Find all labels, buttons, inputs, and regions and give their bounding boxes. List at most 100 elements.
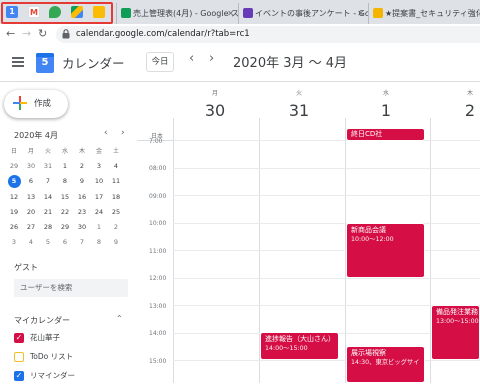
mini-day[interactable]: 5 bbox=[40, 235, 56, 250]
tab-title: イベントの事後アンケート - Go bbox=[255, 9, 368, 18]
slides-icon bbox=[373, 8, 383, 18]
close-icon[interactable]: ✕ bbox=[357, 3, 364, 24]
mini-day[interactable]: 21 bbox=[40, 205, 56, 220]
mini-day[interactable]: 8 bbox=[91, 235, 107, 250]
mini-day[interactable]: 16 bbox=[74, 190, 90, 205]
mini-day[interactable]: 7 bbox=[40, 174, 56, 189]
keep-icon[interactable] bbox=[93, 6, 105, 18]
mini-day[interactable]: 22 bbox=[57, 205, 73, 220]
plus-icon bbox=[13, 96, 27, 110]
day-number[interactable]: 1 bbox=[348, 101, 424, 120]
mini-day[interactable]: 3 bbox=[6, 235, 22, 250]
tab-proposal-slides[interactable]: ★提案書_セキュリティ強化にお bbox=[368, 3, 480, 24]
close-icon[interactable]: ✕ bbox=[227, 3, 234, 24]
mini-day[interactable]: 29 bbox=[57, 220, 73, 235]
mini-day[interactable]: 15 bbox=[57, 190, 73, 205]
day-header-tue[interactable]: 火 31 bbox=[261, 82, 337, 120]
mini-day[interactable]: 18 bbox=[108, 190, 124, 205]
mini-day[interactable]: 6 bbox=[57, 235, 73, 250]
reload-icon[interactable]: ↻ bbox=[38, 26, 47, 42]
mini-day[interactable]: 26 bbox=[6, 220, 22, 235]
checkbox-unchecked-icon[interactable] bbox=[14, 352, 24, 362]
mini-next-icon[interactable]: › bbox=[121, 128, 125, 138]
mini-day[interactable]: 4 bbox=[108, 159, 124, 174]
mini-day[interactable]: 29 bbox=[6, 159, 22, 174]
forward-icon[interactable]: → bbox=[22, 26, 31, 42]
my-calendars-title[interactable]: マイカレンダー bbox=[14, 315, 70, 326]
back-icon[interactable]: ← bbox=[6, 26, 15, 42]
mini-day[interactable]: 28 bbox=[40, 220, 56, 235]
event-exhibition-visit[interactable]: 展示場視察 14:30、東京ビッグサイ bbox=[346, 346, 425, 383]
mini-day[interactable]: 8 bbox=[57, 174, 73, 189]
create-label: 作成 bbox=[34, 99, 52, 109]
tab-sales-sheet[interactable]: 売上管理表(4月) - Google スプ ✕ bbox=[116, 3, 238, 24]
mini-week-row: 5 6 7 8 9 10 11 bbox=[6, 174, 132, 189]
mini-day[interactable]: 13 bbox=[23, 190, 39, 205]
mini-day[interactable]: 1 bbox=[57, 159, 73, 174]
tab-event-survey[interactable]: イベントの事後アンケート - Go ✕ bbox=[238, 3, 368, 24]
mini-day[interactable]: 4 bbox=[23, 235, 39, 250]
mini-day[interactable]: 27 bbox=[23, 220, 39, 235]
checkbox-checked-icon[interactable]: ✓ bbox=[14, 333, 24, 343]
hour-line bbox=[173, 223, 480, 224]
hour-label: 12:00 bbox=[149, 275, 167, 282]
day-of-week: 木 bbox=[466, 90, 473, 97]
maps-icon[interactable] bbox=[49, 6, 61, 18]
mini-day[interactable]: 25 bbox=[108, 205, 124, 220]
mini-day[interactable]: 2 bbox=[108, 220, 124, 235]
mini-day[interactable]: 20 bbox=[23, 205, 39, 220]
mini-day[interactable]: 23 bbox=[74, 205, 90, 220]
calendar-label: リマインダー bbox=[30, 371, 75, 380]
hour-label: 10:00 bbox=[149, 220, 167, 227]
mini-day[interactable]: 9 bbox=[74, 174, 90, 189]
day-number[interactable]: 30 bbox=[177, 101, 253, 120]
event-new-product-meeting[interactable]: 新商品会議 10:00～12:00 bbox=[346, 223, 425, 278]
mini-day-today[interactable]: 5 bbox=[7, 175, 21, 189]
day-of-week: 火 bbox=[295, 90, 302, 97]
mini-day[interactable]: 9 bbox=[108, 235, 124, 250]
gmail-icon[interactable]: M bbox=[28, 6, 40, 18]
mini-prev-icon[interactable]: ‹ bbox=[104, 128, 108, 138]
mini-day[interactable]: 30 bbox=[74, 220, 90, 235]
mini-day[interactable]: 19 bbox=[6, 205, 22, 220]
mini-week-row: 26 27 28 29 30 1 2 bbox=[6, 220, 132, 235]
calendar-label: 花山華子 bbox=[30, 333, 60, 342]
mini-day[interactable]: 30 bbox=[23, 159, 39, 174]
mini-week-row: 29 30 31 1 2 3 4 bbox=[6, 159, 132, 174]
weekday-label: 火 bbox=[44, 148, 51, 155]
hour-label: 15:00 bbox=[149, 358, 167, 365]
mini-day[interactable]: 31 bbox=[40, 159, 56, 174]
mini-day[interactable]: 12 bbox=[6, 190, 22, 205]
day-header-thu[interactable]: 木 2 bbox=[455, 82, 480, 120]
mini-day[interactable]: 11 bbox=[108, 174, 124, 189]
mini-day[interactable]: 24 bbox=[91, 205, 107, 220]
mini-day[interactable]: 3 bbox=[91, 159, 107, 174]
day-header-wed[interactable]: 水 1 bbox=[348, 82, 424, 120]
mini-day[interactable]: 2 bbox=[74, 159, 90, 174]
mini-day[interactable]: 14 bbox=[40, 190, 56, 205]
day-number[interactable]: 2 bbox=[455, 101, 480, 120]
checkbox-checked-icon[interactable]: ✓ bbox=[14, 371, 24, 381]
mini-day[interactable]: 6 bbox=[23, 174, 39, 189]
drive-icon[interactable] bbox=[71, 6, 83, 18]
main-menu-icon[interactable] bbox=[12, 57, 24, 67]
mini-day[interactable]: 17 bbox=[91, 190, 107, 205]
calendar-icon[interactable]: 1 bbox=[6, 6, 18, 18]
guest-search-input[interactable]: ユーザーを検索 bbox=[14, 279, 128, 297]
event-progress-report[interactable]: 進捗報告（大山さん） 14:00～15:00 bbox=[260, 332, 339, 360]
weekday-label: 金 bbox=[95, 148, 102, 155]
day-header-mon[interactable]: 月 30 bbox=[177, 82, 253, 120]
calendar-logo[interactable]: 5 bbox=[36, 53, 54, 73]
prev-period-icon[interactable]: ‹ bbox=[189, 51, 194, 66]
next-period-icon[interactable]: › bbox=[209, 51, 214, 66]
today-button[interactable]: 今日 bbox=[146, 52, 174, 72]
event-allday-cd[interactable]: 終日CD社 bbox=[346, 128, 425, 141]
mini-day[interactable]: 10 bbox=[91, 174, 107, 189]
mini-day[interactable]: 1 bbox=[91, 220, 107, 235]
address-bar[interactable]: calendar.google.com/calendar/r?tab=rc1 bbox=[56, 26, 480, 43]
create-button[interactable]: 作成 bbox=[4, 90, 68, 118]
mini-day[interactable]: 7 bbox=[74, 235, 90, 250]
event-supplies-order[interactable]: 備品発注業務 13:00～15:00 bbox=[431, 305, 480, 360]
day-number[interactable]: 31 bbox=[261, 101, 337, 120]
chevron-up-icon[interactable]: ⌃ bbox=[116, 314, 123, 323]
